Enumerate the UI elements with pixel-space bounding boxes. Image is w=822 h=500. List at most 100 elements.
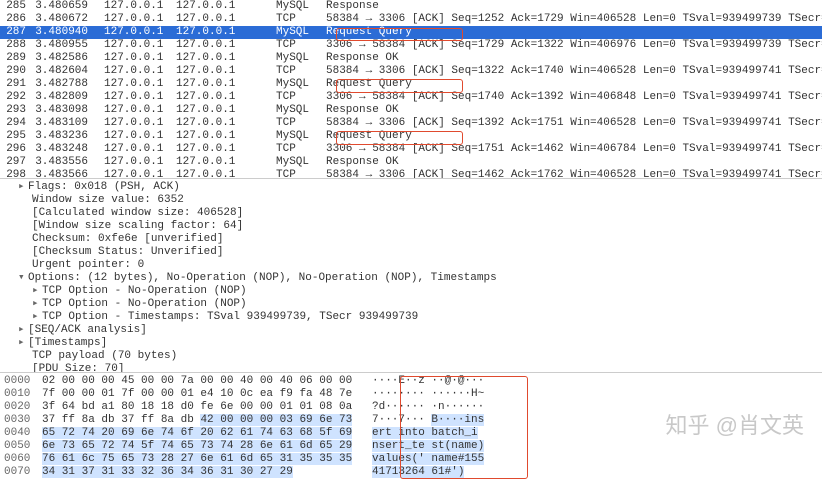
col-no: 288 xyxy=(0,39,30,52)
col-destination: 127.0.0.1 xyxy=(172,117,272,130)
col-destination: 127.0.0.1 xyxy=(172,143,272,156)
col-info: 58384 → 3306 [ACK] Seq=1322 Ack=1740 Win… xyxy=(322,65,822,78)
col-no: 287 xyxy=(0,26,30,39)
packet-row[interactable]: 2913.482788127.0.0.1127.0.0.1MySQLReques… xyxy=(0,78,822,91)
col-info: Request Query xyxy=(322,78,822,91)
hex-row[interactable]: 000002 00 00 00 45 00 00 7a 00 00 40 00 … xyxy=(4,375,818,388)
col-protocol: TCP xyxy=(272,169,322,179)
tree-payload[interactable]: TCP payload (70 bytes) xyxy=(4,350,818,363)
col-protocol: MySQL xyxy=(272,156,322,169)
tree-seqack[interactable]: ▸[SEQ/ACK analysis] xyxy=(4,324,818,337)
col-no: 293 xyxy=(0,104,30,117)
hex-offset: 0060 xyxy=(4,453,42,466)
col-time: 3.482809 xyxy=(30,91,92,104)
col-protocol: TCP xyxy=(272,65,322,78)
tree-timestamps[interactable]: ▸TCP Option - Timestamps: TSval 93949973… xyxy=(4,311,818,324)
col-source: 127.0.0.1 xyxy=(92,130,172,143)
packet-row[interactable]: 2873.480940127.0.0.1127.0.0.1MySQLReques… xyxy=(0,26,822,39)
packet-row[interactable]: 2933.483098127.0.0.1127.0.0.1MySQLRespon… xyxy=(0,104,822,117)
packet-row[interactable]: 2863.480672127.0.0.1127.0.0.1TCP58384 → … xyxy=(0,13,822,26)
hex-offset: 0020 xyxy=(4,401,42,414)
col-time: 3.483109 xyxy=(30,117,92,130)
tree-nop2[interactable]: ▸TCP Option - No-Operation (NOP) xyxy=(4,298,818,311)
tree-ts[interactable]: ▸[Timestamps] xyxy=(4,337,818,350)
packet-row[interactable]: 2943.483109127.0.0.1127.0.0.1TCP58384 → … xyxy=(0,117,822,130)
hex-row[interactable]: 003037 ff 8a db 37 ff 8a db 42 00 00 00 … xyxy=(4,414,818,427)
tree-flags[interactable]: ▸Flags: 0x018 (PSH, ACK) xyxy=(4,181,818,194)
hex-row[interactable]: 006076 61 6c 75 65 73 28 27 6e 61 6d 65 … xyxy=(4,453,818,466)
hex-offset: 0050 xyxy=(4,440,42,453)
packet-row[interactable]: 2963.483248127.0.0.1127.0.0.1TCP3306 → 5… xyxy=(0,143,822,156)
col-time: 3.483248 xyxy=(30,143,92,156)
expander-icon[interactable]: ▸ xyxy=(18,181,28,194)
col-time: 3.482788 xyxy=(30,78,92,91)
col-protocol: MySQL xyxy=(272,104,322,117)
col-no: 290 xyxy=(0,65,30,78)
col-info: Response xyxy=(322,0,822,13)
col-source: 127.0.0.1 xyxy=(92,117,172,130)
col-info: Request Query xyxy=(322,130,822,143)
packet-row[interactable]: 2903.482604127.0.0.1127.0.0.1TCP58384 → … xyxy=(0,65,822,78)
packet-details-pane[interactable]: ▸Flags: 0x018 (PSH, ACK) Window size val… xyxy=(0,179,822,373)
col-protocol: TCP xyxy=(272,91,322,104)
col-info: Response OK xyxy=(322,52,822,65)
hex-bytes: 34 31 37 31 33 32 36 34 36 31 30 27 29 xyxy=(42,466,372,479)
packet-row[interactable]: 2953.483236127.0.0.1127.0.0.1MySQLReques… xyxy=(0,130,822,143)
col-protocol: TCP xyxy=(272,39,322,52)
tree-urgent[interactable]: Urgent pointer: 0 xyxy=(4,259,818,272)
col-protocol: TCP xyxy=(272,143,322,156)
col-no: 297 xyxy=(0,156,30,169)
packet-list-pane[interactable]: 2853.480659127.0.0.1127.0.0.1MySQLRespon… xyxy=(0,0,822,179)
col-no: 294 xyxy=(0,117,30,130)
col-info: 3306 → 58384 [ACK] Seq=1740 Ack=1392 Win… xyxy=(322,91,822,104)
col-time: 3.482604 xyxy=(30,65,92,78)
packet-row[interactable]: 2973.483556127.0.0.1127.0.0.1MySQLRespon… xyxy=(0,156,822,169)
col-info: Response OK xyxy=(322,156,822,169)
hex-row[interactable]: 00506e 73 65 72 74 5f 74 65 73 74 28 6e … xyxy=(4,440,818,453)
col-no: 296 xyxy=(0,143,30,156)
col-info: Request Query xyxy=(322,26,822,39)
expander-icon[interactable]: ▸ xyxy=(32,311,42,324)
col-info: 58384 → 3306 [ACK] Seq=1392 Ack=1751 Win… xyxy=(322,117,822,130)
packet-row[interactable]: 2883.480955127.0.0.1127.0.0.1TCP3306 → 5… xyxy=(0,39,822,52)
hex-offset: 0010 xyxy=(4,388,42,401)
tree-pdu[interactable]: [PDU Size: 70] xyxy=(4,363,818,373)
col-source: 127.0.0.1 xyxy=(92,0,172,13)
hex-row[interactable]: 004065 72 74 20 69 6e 74 6f 20 62 61 74 … xyxy=(4,427,818,440)
expander-icon[interactable]: ▸ xyxy=(18,337,28,350)
tree-scalefactor[interactable]: [Window size scaling factor: 64] xyxy=(4,220,818,233)
col-destination: 127.0.0.1 xyxy=(172,104,272,117)
tree-options[interactable]: ▾Options: (12 bytes), No-Operation (NOP)… xyxy=(4,272,818,285)
col-no: 291 xyxy=(0,78,30,91)
tree-winsize[interactable]: Window size value: 6352 xyxy=(4,194,818,207)
hex-ascii: values(' name#155 xyxy=(372,453,502,466)
hex-row[interactable]: 00107f 00 00 01 7f 00 00 01 e4 10 0c ea … xyxy=(4,388,818,401)
packet-row[interactable]: 2893.482586127.0.0.1127.0.0.1MySQLRespon… xyxy=(0,52,822,65)
col-source: 127.0.0.1 xyxy=(92,65,172,78)
col-destination: 127.0.0.1 xyxy=(172,91,272,104)
tree-checksum[interactable]: Checksum: 0xfe6e [unverified] xyxy=(4,233,818,246)
hex-ascii: nsert_te st(name) xyxy=(372,440,502,453)
packet-row[interactable]: 2923.482809127.0.0.1127.0.0.1TCP3306 → 5… xyxy=(0,91,822,104)
expander-icon[interactable]: ▾ xyxy=(18,272,28,285)
expander-icon[interactable]: ▸ xyxy=(32,285,42,298)
col-info: 3306 → 58384 [ACK] Seq=1751 Ack=1462 Win… xyxy=(322,143,822,156)
col-destination: 127.0.0.1 xyxy=(172,169,272,179)
hex-ascii: ?d······ ·n······ xyxy=(372,401,502,414)
expander-icon[interactable]: ▸ xyxy=(18,324,28,337)
col-source: 127.0.0.1 xyxy=(92,13,172,26)
packet-row[interactable]: 2983.483566127.0.0.1127.0.0.1TCP58384 → … xyxy=(0,169,822,179)
tree-chkstatus[interactable]: [Checksum Status: Unverified] xyxy=(4,246,818,259)
expander-icon[interactable]: ▸ xyxy=(32,298,42,311)
col-info: Response OK xyxy=(322,104,822,117)
tree-nop1[interactable]: ▸TCP Option - No-Operation (NOP) xyxy=(4,285,818,298)
hex-row[interactable]: 007034 31 37 31 33 32 36 34 36 31 30 27 … xyxy=(4,466,818,479)
col-info: 58384 → 3306 [ACK] Seq=1462 Ack=1762 Win… xyxy=(322,169,822,179)
tree-calcwin[interactable]: [Calculated window size: 406528] xyxy=(4,207,818,220)
hex-row[interactable]: 00203f 64 bd a1 80 18 18 d0 fe 6e 00 00 … xyxy=(4,401,818,414)
hex-bytes: 7f 00 00 01 7f 00 00 01 e4 10 0c ea f9 f… xyxy=(42,388,372,401)
col-destination: 127.0.0.1 xyxy=(172,156,272,169)
hex-offset: 0040 xyxy=(4,427,42,440)
packet-row[interactable]: 2853.480659127.0.0.1127.0.0.1MySQLRespon… xyxy=(0,0,822,13)
hex-dump-pane[interactable]: 000002 00 00 00 45 00 00 7a 00 00 40 00 … xyxy=(0,373,822,500)
